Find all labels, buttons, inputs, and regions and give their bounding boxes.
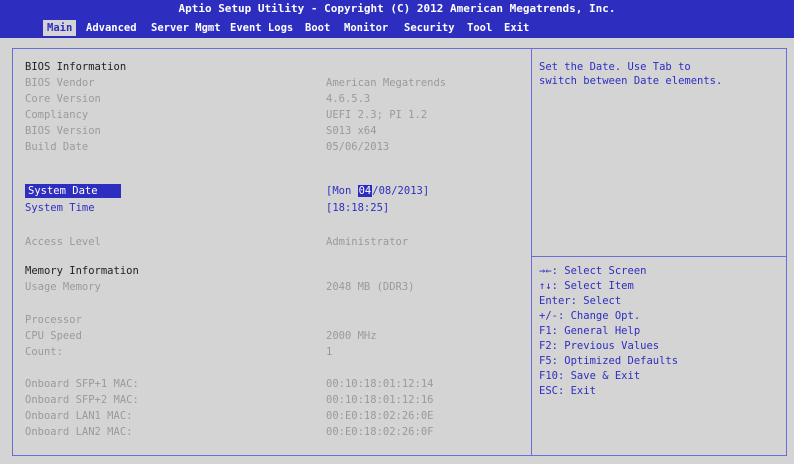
key-save-exit: F10: Save & Exit xyxy=(539,370,641,382)
usage-memory-value: 2048 MB (DDR3) xyxy=(326,281,415,293)
sfp1-mac-value: 00:10:18:01:12:14 xyxy=(326,378,434,390)
tab-server-mgmt[interactable]: Server Mgmt xyxy=(147,20,225,36)
memory-info-heading: Memory Information xyxy=(25,265,139,277)
bios-vendor-label: BIOS Vendor xyxy=(25,77,95,89)
compliancy-label: Compliancy xyxy=(25,109,89,121)
key-select-screen: →←: Select Screen xyxy=(539,265,647,277)
bios-version-value: S013 x64 xyxy=(326,125,377,137)
build-date-label: Build Date xyxy=(25,141,89,153)
lan1-mac-value: 00:E0:18:02:26:0E xyxy=(326,410,434,422)
system-date-month[interactable]: 04 xyxy=(357,185,373,197)
cpu-count-label: Count: xyxy=(25,346,63,358)
system-date-rest: /08/2013] xyxy=(372,185,430,197)
system-time-value[interactable]: [18:18:25] xyxy=(326,201,389,215)
sfp2-mac-label: Onboard SFP+2 MAC: xyxy=(25,394,139,406)
tab-security[interactable]: Security xyxy=(400,20,459,36)
help-text-line2: switch between Date elements. xyxy=(539,75,723,87)
sfp1-mac-label: Onboard SFP+1 MAC: xyxy=(25,378,139,390)
title-bar: Aptio Setup Utility - Copyright (C) 2012… xyxy=(0,0,794,18)
compliancy-value: UEFI 2.3; PI 1.2 xyxy=(326,109,428,121)
panel-divider xyxy=(531,48,532,456)
sfp2-mac-value: 00:10:18:01:12:16 xyxy=(326,394,434,406)
help-text-line1: Set the Date. Use Tab to xyxy=(539,61,691,73)
lan1-mac-label: Onboard LAN1 MAC: xyxy=(25,410,133,422)
core-version-value: 4.6.5.3 xyxy=(326,93,371,105)
system-date-field[interactable]: [Mon 04/08/2013] xyxy=(326,184,429,198)
key-esc-exit: ESC: Exit xyxy=(539,385,596,397)
tab-exit[interactable]: Exit xyxy=(500,20,533,36)
key-enter-select: Enter: Select xyxy=(539,295,622,307)
usage-memory-label: Usage Memory xyxy=(25,281,101,293)
bios-version-label: BIOS Version xyxy=(25,125,101,137)
tab-advanced[interactable]: Advanced xyxy=(82,20,141,36)
help-separator xyxy=(532,256,787,257)
tab-boot[interactable]: Boot xyxy=(301,20,334,36)
cpu-speed-value: 2000 MHz xyxy=(326,330,377,342)
menu-bar: Main Advanced Server Mgmt Event Logs Boo… xyxy=(0,18,794,38)
system-date-label[interactable]: System Date xyxy=(28,184,98,198)
cpu-count-value: 1 xyxy=(326,346,333,358)
processor-label: Processor xyxy=(25,314,82,326)
key-optimized-defaults: F5: Optimized Defaults xyxy=(539,355,679,367)
key-select-item: ↑↓: Select Item xyxy=(539,280,634,292)
tab-tool[interactable]: Tool xyxy=(463,20,496,36)
bios-info-heading: BIOS Information xyxy=(25,61,127,73)
access-level-label: Access Level xyxy=(25,236,101,248)
cpu-speed-label: CPU Speed xyxy=(25,330,82,342)
core-version-label: Core Version xyxy=(25,93,101,105)
build-date-value: 05/06/2013 xyxy=(326,141,390,153)
bios-vendor-value: American Megatrends xyxy=(326,77,447,89)
key-change-opt: +/-: Change Opt. xyxy=(539,310,641,322)
key-previous-values: F2: Previous Values xyxy=(539,340,660,352)
tab-event-logs[interactable]: Event Logs xyxy=(226,20,297,36)
access-level-value: Administrator xyxy=(326,236,409,248)
bios-setup-screen: Aptio Setup Utility - Copyright (C) 2012… xyxy=(0,0,794,464)
tab-main[interactable]: Main xyxy=(43,20,77,36)
key-general-help: F1: General Help xyxy=(539,325,641,337)
system-time-label[interactable]: System Time xyxy=(25,201,95,215)
lan2-mac-value: 00:E0:18:02:26:0F xyxy=(326,426,434,438)
title-text: Aptio Setup Utility - Copyright (C) 2012… xyxy=(178,2,616,15)
lan2-mac-label: Onboard LAN2 MAC: xyxy=(25,426,133,438)
tab-monitor[interactable]: Monitor xyxy=(340,20,392,36)
system-date-prefix: [Mon xyxy=(326,185,358,197)
